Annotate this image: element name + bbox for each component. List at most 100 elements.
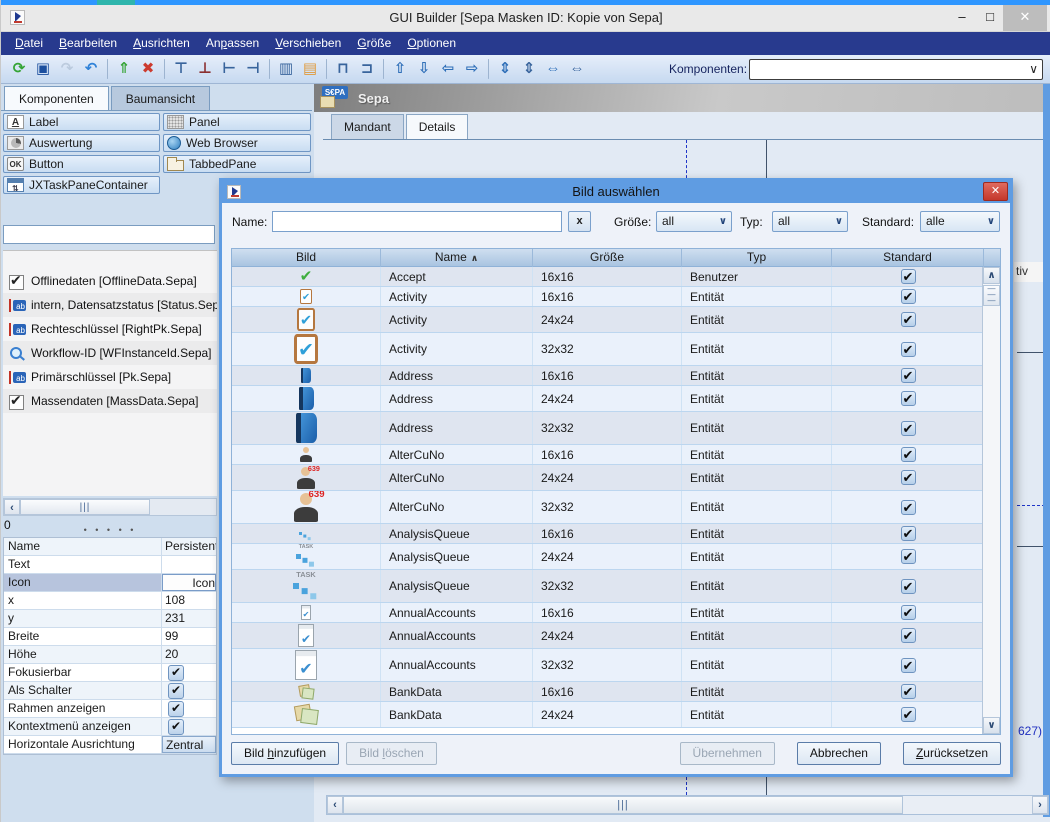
table-vscrollbar[interactable]: ∧ ——— ∨ <box>982 267 1000 734</box>
close-button[interactable]: ✕ <box>1003 5 1047 31</box>
table-row[interactable]: TASK AnalysisQueue 24x24 Entität <box>232 544 984 570</box>
standard-checkbox[interactable] <box>901 447 916 462</box>
table-row[interactable]: 639 AlterCuNo 32x32 Entität <box>232 491 984 524</box>
property-row[interactable]: Name PersistentJ <box>4 538 216 556</box>
table-row[interactable]: 639 AlterCuNo 24x24 Entität <box>232 465 984 491</box>
palette-component-button[interactable]: A Label <box>3 113 160 131</box>
toolbar-button-icon[interactable]: ▥ <box>275 58 297 80</box>
property-value[interactable]: 20 <box>162 646 216 663</box>
standard-checkbox[interactable] <box>901 684 916 699</box>
field-list-hscrollbar[interactable]: ‹ ||| <box>3 498 217 516</box>
field-list-item[interactable]: Massendaten [MassData.Sepa] <box>3 389 217 413</box>
toolbar-button-icon[interactable]: ✖ <box>137 58 159 80</box>
clear-filter-button[interactable]: x <box>568 211 591 232</box>
dialog-button[interactable]: Abbrechen <box>797 742 881 765</box>
toolbar-button-icon[interactable]: ⇕ <box>518 58 540 80</box>
menu-item[interactable]: Ausrichten <box>125 32 198 55</box>
standard-checkbox[interactable] <box>901 526 916 541</box>
property-value[interactable] <box>162 664 216 681</box>
dialog-button[interactable]: Bild hinzufügen <box>231 742 339 765</box>
standard-checkbox[interactable] <box>901 421 916 436</box>
standard-checkbox[interactable] <box>901 391 916 406</box>
property-row[interactable]: Breite 99 <box>4 628 216 646</box>
name-filter-input[interactable] <box>272 211 562 232</box>
dialog-button[interactable]: Übernehmen <box>680 742 775 765</box>
field-list-item[interactable]: Workflow-ID [WFInstanceId.Sepa] <box>3 341 217 365</box>
field-search-input[interactable] <box>3 225 215 244</box>
toolbar-button-icon[interactable]: ⟳ <box>8 58 30 80</box>
property-row[interactable]: Fokusierbar <box>4 664 216 682</box>
type-filter-select[interactable]: all∨ <box>772 211 848 232</box>
palette-component-button[interactable]: Auswertung <box>3 134 160 152</box>
toolbar-button-icon[interactable] <box>164 59 165 79</box>
menu-item[interactable]: Datei <box>7 32 51 55</box>
menu-item[interactable]: Optionen <box>399 32 464 55</box>
scroll-down-icon[interactable]: ∨ <box>983 717 1000 734</box>
menu-item[interactable]: Bearbeiten <box>51 32 125 55</box>
components-combobox[interactable]: ∨ <box>749 59 1043 80</box>
property-row[interactable]: Text <box>4 556 216 574</box>
property-value[interactable]: 108 <box>162 592 216 609</box>
property-value[interactable] <box>162 718 216 735</box>
toolbar-button-icon[interactable]: ⊓ <box>332 58 354 80</box>
toolbar-button-icon[interactable]: ⊐ <box>356 58 378 80</box>
standard-checkbox[interactable] <box>901 312 916 327</box>
property-row[interactable]: Rahmen anzeigen <box>4 700 216 718</box>
standard-checkbox[interactable] <box>901 579 916 594</box>
table-column-header[interactable]: Standard∧ <box>832 249 984 267</box>
property-row[interactable]: Als Schalter <box>4 682 216 700</box>
toolbar-button-icon[interactable]: ▣ <box>32 58 54 80</box>
toolbar-button-icon[interactable]: ⇩ <box>413 58 435 80</box>
property-row[interactable]: x 108 <box>4 592 216 610</box>
form-tab[interactable]: Details <box>406 114 469 139</box>
maximize-button[interactable]: □ <box>977 5 1003 31</box>
property-row[interactable]: y 231 <box>4 610 216 628</box>
toolbar-button-icon[interactable]: ↶ <box>80 58 102 80</box>
toolbar-button-icon[interactable]: ⇔ <box>542 58 564 80</box>
table-row[interactable]: AnnualAccounts 24x24 Entität <box>232 623 984 649</box>
property-value[interactable]: PersistentJ <box>162 538 216 555</box>
field-list-item[interactable]: Offlinedaten [OfflineData.Sepa] <box>3 269 217 293</box>
table-column-header[interactable]: Bild∧ <box>232 249 381 267</box>
dialog-button[interactable]: Zurücksetzen <box>903 742 1001 765</box>
scroll-left-icon[interactable]: ‹ <box>327 796 343 814</box>
standard-checkbox[interactable] <box>901 269 916 284</box>
field-list-item[interactable]: ab intern, Datensatzstatus [Status.Sepa] <box>3 293 217 317</box>
toolbar-button-icon[interactable]: ⇔ <box>566 58 588 80</box>
palette-component-button[interactable]: Web Browser <box>163 134 311 152</box>
table-row[interactable]: Activity 16x16 Entität <box>232 287 984 307</box>
designer-hscrollbar[interactable]: ‹ ||| › <box>326 795 1049 815</box>
standard-checkbox[interactable] <box>901 549 916 564</box>
table-row[interactable]: AnnualAccounts 32x32 Entität <box>232 649 984 682</box>
property-row[interactable]: Icon Icon <box>4 574 216 592</box>
table-row[interactable]: Accept 16x16 Benutzer <box>232 267 984 287</box>
toolbar-button-icon[interactable]: ⇕ <box>494 58 516 80</box>
palette-tab[interactable]: Komponenten <box>4 86 109 111</box>
scrollbar-thumb[interactable]: ||| <box>343 796 903 814</box>
scrollbar-thumb[interactable]: ——— <box>983 285 1000 306</box>
toolbar-button-icon[interactable]: ⇧ <box>389 58 411 80</box>
property-value[interactable] <box>162 682 216 699</box>
field-list-item[interactable]: ab Primärschlüssel [Pk.Sepa] <box>3 365 217 389</box>
toolbar-button-icon[interactable] <box>326 59 327 79</box>
table-row[interactable]: Address 32x32 Entität <box>232 412 984 445</box>
property-value[interactable] <box>162 556 216 573</box>
toolbar-button-icon[interactable]: ⇨ <box>461 58 483 80</box>
palette-component-button[interactable]: Panel <box>163 113 311 131</box>
standard-checkbox[interactable] <box>901 658 916 673</box>
toolbar-button-icon[interactable] <box>383 59 384 79</box>
table-row[interactable]: Address 16x16 Entität <box>232 366 984 386</box>
table-row[interactable]: AnalysisQueue 16x16 Entität <box>232 524 984 544</box>
table-column-header[interactable]: Typ∧ <box>682 249 832 267</box>
toolbar-button-icon[interactable] <box>107 59 108 79</box>
table-column-header[interactable]: Größe∧ <box>533 249 682 267</box>
table-row[interactable]: Address 24x24 Entität <box>232 386 984 412</box>
table-row[interactable]: Activity 24x24 Entität <box>232 307 984 333</box>
scroll-up-icon[interactable]: ∧ <box>983 267 1000 284</box>
toolbar-button-icon[interactable]: ⇑ <box>113 58 135 80</box>
property-value[interactable]: Zentral <box>162 736 216 753</box>
menu-item[interactable]: Verschieben <box>267 32 349 55</box>
size-filter-select[interactable]: all∨ <box>656 211 732 232</box>
property-row[interactable]: Höhe 20 <box>4 646 216 664</box>
minimize-button[interactable]: – <box>949 5 975 31</box>
